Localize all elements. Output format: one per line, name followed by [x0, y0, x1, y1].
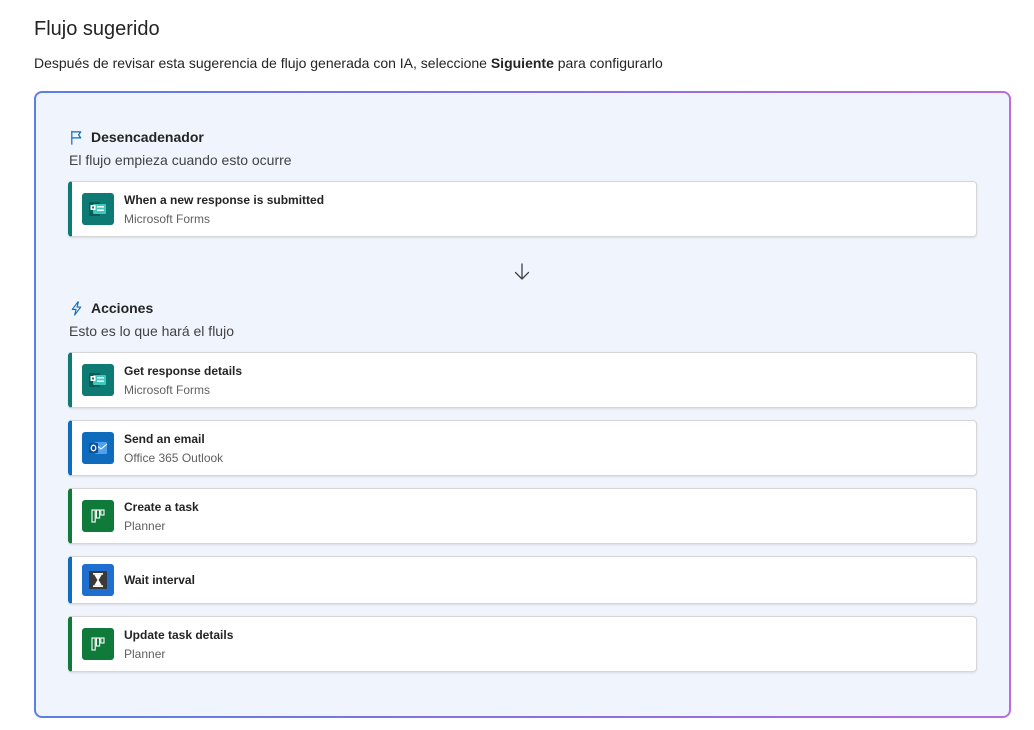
page-title: Flujo sugerido: [34, 18, 160, 40]
action-card-get-response-details[interactable]: Get response details Microsoft Forms: [68, 352, 977, 408]
microsoft-forms-icon: [82, 364, 114, 396]
action-card-title: Wait interval: [124, 573, 195, 587]
arrow-down-icon: [514, 263, 530, 280]
lightning-icon: [71, 300, 82, 316]
actions-section-title: Acciones: [91, 300, 154, 316]
trigger-card-title: When a new response is submitted: [124, 192, 325, 207]
page-subtitle: Después de revisar esta sugerencia de fl…: [34, 55, 663, 71]
action-card-title: Send an email: [124, 431, 205, 446]
subtitle-text: Después de revisar esta sugerencia de fl…: [34, 55, 491, 71]
flag-icon: [71, 130, 82, 145]
suggested-flow-panel: Desencadenador El flujo empieza cuando e…: [34, 91, 1011, 718]
action-card-connector: Microsoft Forms: [124, 382, 211, 397]
trigger-section-description: El flujo empieza cuando esto ocurre: [69, 152, 292, 168]
actions-section-description: Esto es lo que hará el flujo: [69, 323, 234, 339]
action-card-connector: Planner: [124, 646, 166, 661]
action-card-update-task-details[interactable]: Update task details Planner: [68, 616, 977, 672]
trigger-card-new-response[interactable]: When a new response is submitted Microso…: [68, 181, 977, 237]
trigger-section-header: Desencadenador: [69, 129, 204, 145]
action-card-title: Create a task: [124, 499, 199, 514]
action-card-connector: Planner: [124, 518, 166, 533]
outlook-icon: [82, 432, 114, 464]
trigger-card-connector: Microsoft Forms: [124, 211, 211, 226]
planner-icon: [82, 628, 114, 660]
action-card-create-task[interactable]: Create a task Planner: [68, 488, 977, 544]
action-card-send-email[interactable]: Send an email Office 365 Outlook: [68, 420, 977, 476]
subtitle-text-end: para configurarlo: [553, 55, 663, 71]
action-card-connector: Office 365 Outlook: [124, 450, 224, 465]
action-card-wait-interval[interactable]: Wait interval: [68, 556, 977, 604]
trigger-section-title: Desencadenador: [91, 129, 204, 145]
planner-icon: [82, 500, 114, 532]
subtitle-next-emphasis: Siguiente: [490, 55, 554, 71]
actions-section-header: Acciones: [69, 300, 153, 316]
suggested-flow-panel-body: Desencadenador El flujo empieza cuando e…: [36, 93, 1009, 716]
hourglass-icon: [82, 564, 114, 596]
action-card-title: Update task details: [124, 627, 234, 642]
action-card-title: Get response details: [124, 363, 243, 378]
microsoft-forms-icon: [82, 193, 114, 225]
